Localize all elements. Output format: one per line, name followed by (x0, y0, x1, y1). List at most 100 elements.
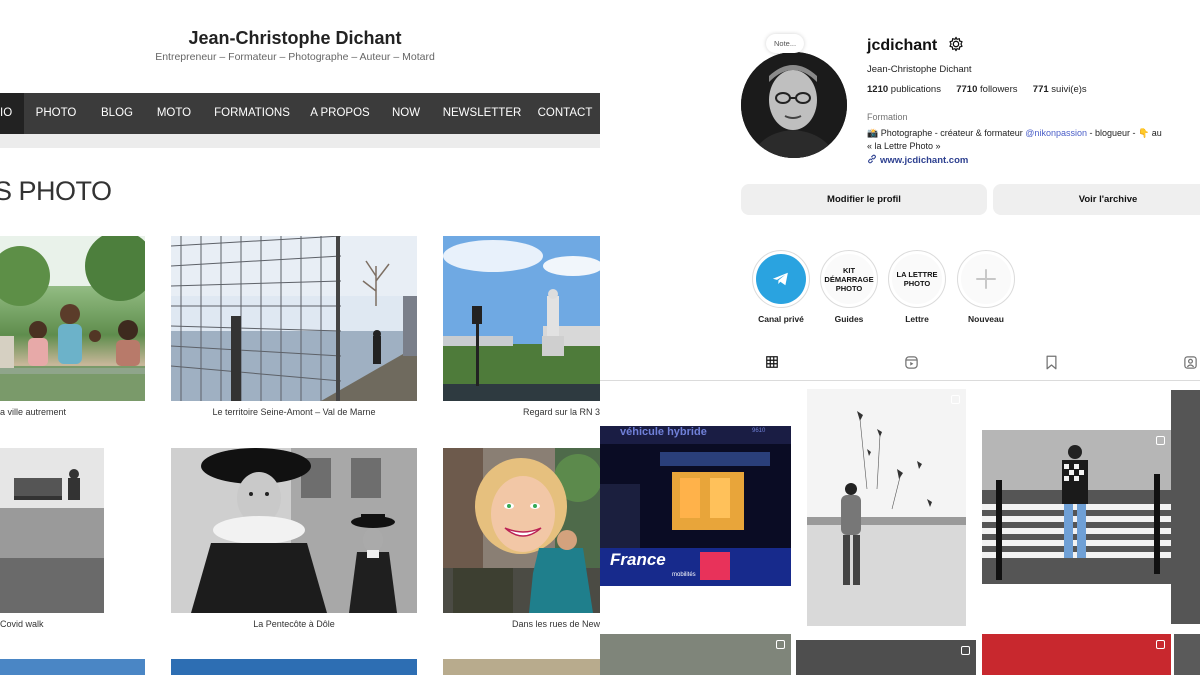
park-scene-image (0, 236, 145, 401)
nav-item-blog[interactable]: BLOG (88, 93, 146, 134)
view-archive-button[interactable]: Voir l'archive (993, 184, 1200, 215)
highlight-guides[interactable]: KIT DÉMARRAGE PHOTO Guides (820, 250, 878, 324)
telegram-icon (756, 254, 806, 304)
tab-posts[interactable] (749, 355, 795, 381)
profile-full-name: Jean-Christophe Dichant (867, 64, 972, 75)
nav-item-newsletter[interactable]: NEWSLETTER (434, 93, 530, 134)
profile-category: Formation (867, 112, 908, 122)
following-label[interactable]: suivi(e)s (1051, 84, 1086, 95)
site-title[interactable]: Jean-Christophe Dichant (0, 28, 590, 49)
settings-gear-icon[interactable] (948, 36, 964, 52)
multi-image-icon (961, 646, 970, 655)
photo-caption[interactable]: Regard sur la RN 3 (443, 407, 600, 417)
grid-icon (766, 356, 778, 368)
new-york-street-image (443, 448, 600, 613)
bench-bw-image (0, 448, 104, 613)
pentecost-parade-image (171, 448, 417, 613)
photo-thumbnail[interactable] (171, 659, 417, 675)
photo-caption[interactable]: Le territoire Seine-Amont – Val de Marne (171, 407, 417, 417)
grid-post-partial[interactable] (1174, 634, 1200, 675)
grid-post-partial[interactable] (1171, 390, 1200, 624)
username-text: jcdichant (867, 37, 938, 54)
highlight-cover-text: KIT DÉMARRAGE PHOTO (824, 254, 874, 304)
tagged-user-icon (1183, 356, 1197, 369)
nav-item-now[interactable]: NOW (378, 93, 434, 134)
nav-item-photo[interactable]: PHOTO (24, 93, 88, 134)
highlight-ring (752, 250, 810, 308)
reels-icon (904, 356, 918, 369)
photo-caption[interactable]: Dans les rues de New (443, 619, 600, 629)
profile-bio: 📸 Photographe - créateur & formateur @ni… (867, 127, 1200, 153)
profile-website-link[interactable]: www.jcdichant.com (867, 154, 968, 166)
sign-number-text: 9610 (752, 428, 766, 434)
nav-item-formations[interactable]: FORMATIONS (202, 93, 302, 134)
photo-thumbnail[interactable] (171, 448, 417, 613)
website-link-text[interactable]: www.jcdichant.com (880, 155, 968, 166)
highlight-ring (957, 250, 1015, 308)
nav-underbar (0, 134, 600, 148)
nav-item-a-propos[interactable]: A PROPOS (302, 93, 378, 134)
nav-item-portfolio[interactable]: IO (0, 93, 24, 134)
photo-thumbnail[interactable] (0, 659, 145, 675)
photo-caption[interactable]: La Pentecôte à Dôle (171, 619, 417, 629)
edit-profile-button[interactable]: Modifier le profil (741, 184, 987, 215)
photo-thumbnail[interactable] (443, 448, 600, 613)
main-nav: IO PHOTO BLOG MOTO FORMATIONS A PROPOS N… (0, 93, 600, 134)
photo-thumbnail[interactable] (0, 236, 145, 401)
highlight-new[interactable]: Nouveau (957, 250, 1015, 324)
grid-post[interactable] (982, 634, 1171, 675)
following-count[interactable]: 771 (1033, 84, 1049, 95)
note-bubble[interactable]: Note... (766, 34, 805, 53)
profile-avatar[interactable] (741, 52, 847, 158)
bio-mention-link[interactable]: @nikonpassion (1025, 128, 1087, 138)
grid-post[interactable] (796, 640, 976, 675)
photo-caption[interactable]: a ville autrement (0, 407, 145, 417)
multi-image-icon (951, 395, 960, 404)
fence-river-image (171, 236, 417, 401)
publications-count: 1210 (867, 84, 889, 95)
site-tagline: Entrepreneur – Formateur – Photographe –… (155, 51, 435, 63)
highlight-cover-text: LA LETTRE PHOTO (892, 254, 942, 304)
plus-icon (961, 254, 1011, 304)
publications-label: publications (890, 84, 941, 95)
crosswalk-image (982, 430, 1171, 584)
tab-tagged[interactable] (1167, 355, 1200, 381)
bio-line1-prefix: 📸 Photographe - créateur & formateur (867, 128, 1026, 138)
section-title: S PHOTO (0, 176, 112, 206)
grid-post[interactable] (600, 634, 791, 675)
instagram-panel: Note... jcdichant Jean-Christophe Dichan… (600, 0, 1200, 675)
highlight-lettre[interactable]: LA LETTRE PHOTO Lettre (888, 250, 946, 324)
bio-line2: « la Lettre Photo » (867, 141, 941, 151)
multi-image-icon (1156, 640, 1165, 649)
highlight-canal-prive[interactable]: Canal privé (752, 250, 810, 324)
grid-post[interactable] (807, 389, 966, 626)
brand-text: France (610, 550, 666, 569)
highlight-label: Nouveau (968, 314, 1004, 324)
photo-thumbnail[interactable] (171, 236, 417, 401)
brand-sub-text: mobilités (672, 572, 696, 578)
link-icon (868, 154, 876, 164)
bookmark-icon (1046, 355, 1056, 370)
multi-image-icon (776, 640, 785, 649)
photo-caption[interactable]: Covid walk (0, 619, 104, 629)
highlight-ring: KIT DÉMARRAGE PHOTO (820, 250, 878, 308)
photo-thumbnail[interactable] (443, 236, 600, 401)
nav-item-contact[interactable]: CONTACT (530, 93, 600, 134)
grid-post[interactable]: véhicule hybride 9610 France mobilités (600, 426, 791, 586)
followers-count[interactable]: 7710 (956, 84, 977, 95)
avatar-portrait-image (741, 52, 847, 158)
tab-saved[interactable] (1028, 355, 1074, 381)
sign-top-text: véhicule hybride (620, 426, 707, 438)
tab-reels[interactable] (888, 355, 934, 381)
statue-sky-image (443, 236, 600, 401)
website-panel: Jean-Christophe Dichant Entrepreneur – F… (0, 0, 600, 675)
photo-thumbnail[interactable] (0, 448, 104, 613)
kites-beach-image (807, 389, 966, 626)
tabs-divider (600, 380, 1200, 381)
photo-thumbnail[interactable] (443, 659, 600, 675)
highlight-ring: LA LETTRE PHOTO (888, 250, 946, 308)
grid-post[interactable] (982, 430, 1171, 584)
profile-stats: 1210 publications 7710 followers 771 sui… (867, 84, 1087, 95)
nav-item-moto[interactable]: MOTO (146, 93, 202, 134)
followers-label[interactable]: followers (980, 84, 1018, 95)
